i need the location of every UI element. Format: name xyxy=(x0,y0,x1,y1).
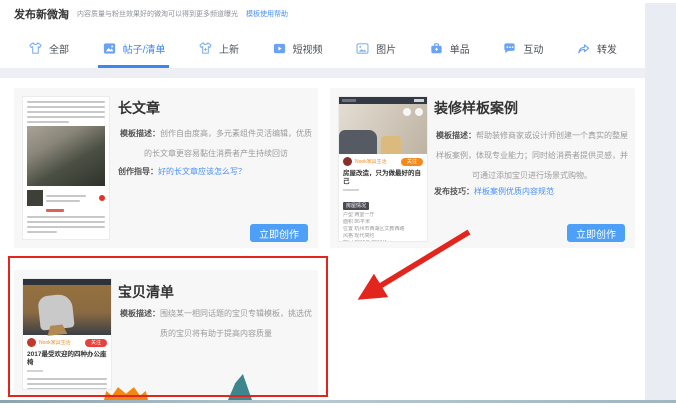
tab-interaction[interactable]: 互动 xyxy=(502,28,543,68)
phone-status-bar xyxy=(339,97,427,104)
decor-sample-thumbnail: Nook家具生活 关注 房屋改造，只为做最好的自己 房屋情况 户型 两室一厅 面… xyxy=(338,96,428,242)
house-field: 面积 86平米 xyxy=(339,219,427,226)
shop-name: Nook家具生活 xyxy=(39,340,82,346)
card-decor-sample: Nook家具生活 关注 房屋改造，只为做最好的自己 房屋情况 户型 两室一厅 面… xyxy=(330,88,635,248)
shop-avatar xyxy=(343,157,352,166)
post-title: 2017最受欢迎的四种办公座椅 xyxy=(23,350,111,367)
briefcase-icon xyxy=(429,41,444,56)
page-right-margin xyxy=(645,3,676,400)
template-help-link[interactable]: 模板使用帮助 xyxy=(246,9,288,19)
forward-arrow-icon xyxy=(576,41,591,56)
info-badge: 房屋情况 xyxy=(343,202,369,210)
shirt-icon xyxy=(28,41,43,56)
text-lines-placeholder xyxy=(23,375,111,390)
shop-avatar xyxy=(27,338,36,347)
shop-name: Nook家具生活 xyxy=(355,159,398,165)
window-bottom-edge xyxy=(0,400,676,403)
video-play-icon xyxy=(272,41,287,56)
picture-icon xyxy=(355,41,370,56)
house-field: 户型 两室一厅 xyxy=(339,212,427,219)
buy-icon xyxy=(99,195,105,201)
decor-tip-link[interactable]: 样板案例优质内容规范 xyxy=(474,187,554,196)
shop-profile-row: Nook家具生活 关注 xyxy=(23,335,111,350)
product-row xyxy=(27,190,105,206)
card-title: 长文章 xyxy=(118,98,160,118)
house-field: 位置 杭州市西湖区文教西路 xyxy=(339,226,427,233)
page-header: 发布新微淘 内容质量与粉丝效果好的微淘可以得到更多频道曝光 模板使用帮助 xyxy=(14,6,288,22)
tab-single-item[interactable]: 单品 xyxy=(429,28,470,68)
template-desc: 模板描述：帮助装修商家或设计师创建一个真实的整屋样板案例，体现专业能力；同时给消… xyxy=(434,126,630,186)
office-chair-photo xyxy=(23,279,111,335)
product-image xyxy=(27,190,43,206)
circle-button-icon xyxy=(403,108,411,116)
publish-tip-row: 发布技巧：样板案例优质内容规范 xyxy=(434,186,554,197)
tab-new-arrival[interactable]: 上新 xyxy=(198,28,239,68)
sofa-shape xyxy=(339,130,377,154)
creation-guide-row: 创作指导：好的长文章应该怎么写？ xyxy=(118,166,246,177)
timestamp-placeholder xyxy=(27,370,43,372)
item-list-thumbnail: Nook家具生活 关注 2017最受欢迎的四种办公座椅 xyxy=(22,278,112,390)
tab-short-video[interactable]: 短视频 xyxy=(272,28,323,68)
long-article-guide-link[interactable]: 好的长文章应该怎么写？ xyxy=(158,167,246,176)
circle-button-icon xyxy=(415,108,423,116)
text-lines-placeholder xyxy=(27,216,105,233)
house-field: 风格 现代简约 xyxy=(339,233,427,240)
tab-picture[interactable]: 图片 xyxy=(355,28,396,68)
template-desc: 模板描述：围绕某一相同话题的宝贝专辑模板，挑选优质的宝贝将有助于提高内容质量 xyxy=(118,304,314,344)
create-now-button[interactable]: 立即创作 xyxy=(250,224,308,242)
tab-forward[interactable]: 转发 xyxy=(576,28,617,68)
follow-button: 关注 xyxy=(85,339,107,347)
card-item-list: Nook家具生活 关注 2017最受欢迎的四种办公座椅 宝贝清单 模板描述：围绕… xyxy=(14,270,318,396)
shop-profile-row: Nook家具生活 关注 xyxy=(339,154,427,169)
tab-post-list[interactable]: 帖子/清单 xyxy=(102,28,166,68)
long-article-thumbnail xyxy=(22,96,110,240)
price-placeholder xyxy=(46,209,64,212)
tab-all[interactable]: 全部 xyxy=(28,28,69,68)
section-divider xyxy=(0,68,676,78)
house-field: 时间 2015/9-2016/4 xyxy=(339,240,427,242)
card-title: 宝贝清单 xyxy=(118,282,174,302)
page-title: 发布新微淘 xyxy=(14,6,69,22)
card-long-article: 长文章 模板描述：创作自由度高，多元素组件灵活编辑，优质的长文章更容易黏住消费者… xyxy=(14,88,318,248)
post-title: 房屋改造，只为做最好的自己 xyxy=(339,169,427,186)
side-table-shape xyxy=(381,136,401,154)
new-shirt-icon xyxy=(198,41,213,56)
living-room-photo xyxy=(339,104,427,154)
product-text-placeholder xyxy=(46,195,96,202)
weitao-publish-page: 发布新微淘 内容质量与粉丝效果好的微淘可以得到更多频道曝光 模板使用帮助 全部 … xyxy=(0,0,676,408)
card-title: 装修样板案例 xyxy=(434,98,518,118)
chat-icon xyxy=(502,41,517,56)
follow-button: 关注 xyxy=(401,158,423,166)
article-photo xyxy=(27,126,105,186)
page-subtitle: 内容质量与粉丝效果好的微淘可以得到更多频道曝光 xyxy=(77,9,238,19)
text-lines-placeholder xyxy=(27,101,105,123)
timestamp-placeholder xyxy=(343,189,359,191)
chair-shape xyxy=(37,293,74,330)
category-tabbar: 全部 帖子/清单 上新 短视频 图片 单品 互动 转发 xyxy=(0,28,645,68)
post-image-icon xyxy=(102,41,117,56)
template-desc: 模板描述：创作自由度高，多元素组件灵活编辑，优质的长文章更容易黏住消费者产生持续… xyxy=(118,124,314,164)
create-now-button[interactable]: 立即创作 xyxy=(567,224,625,242)
